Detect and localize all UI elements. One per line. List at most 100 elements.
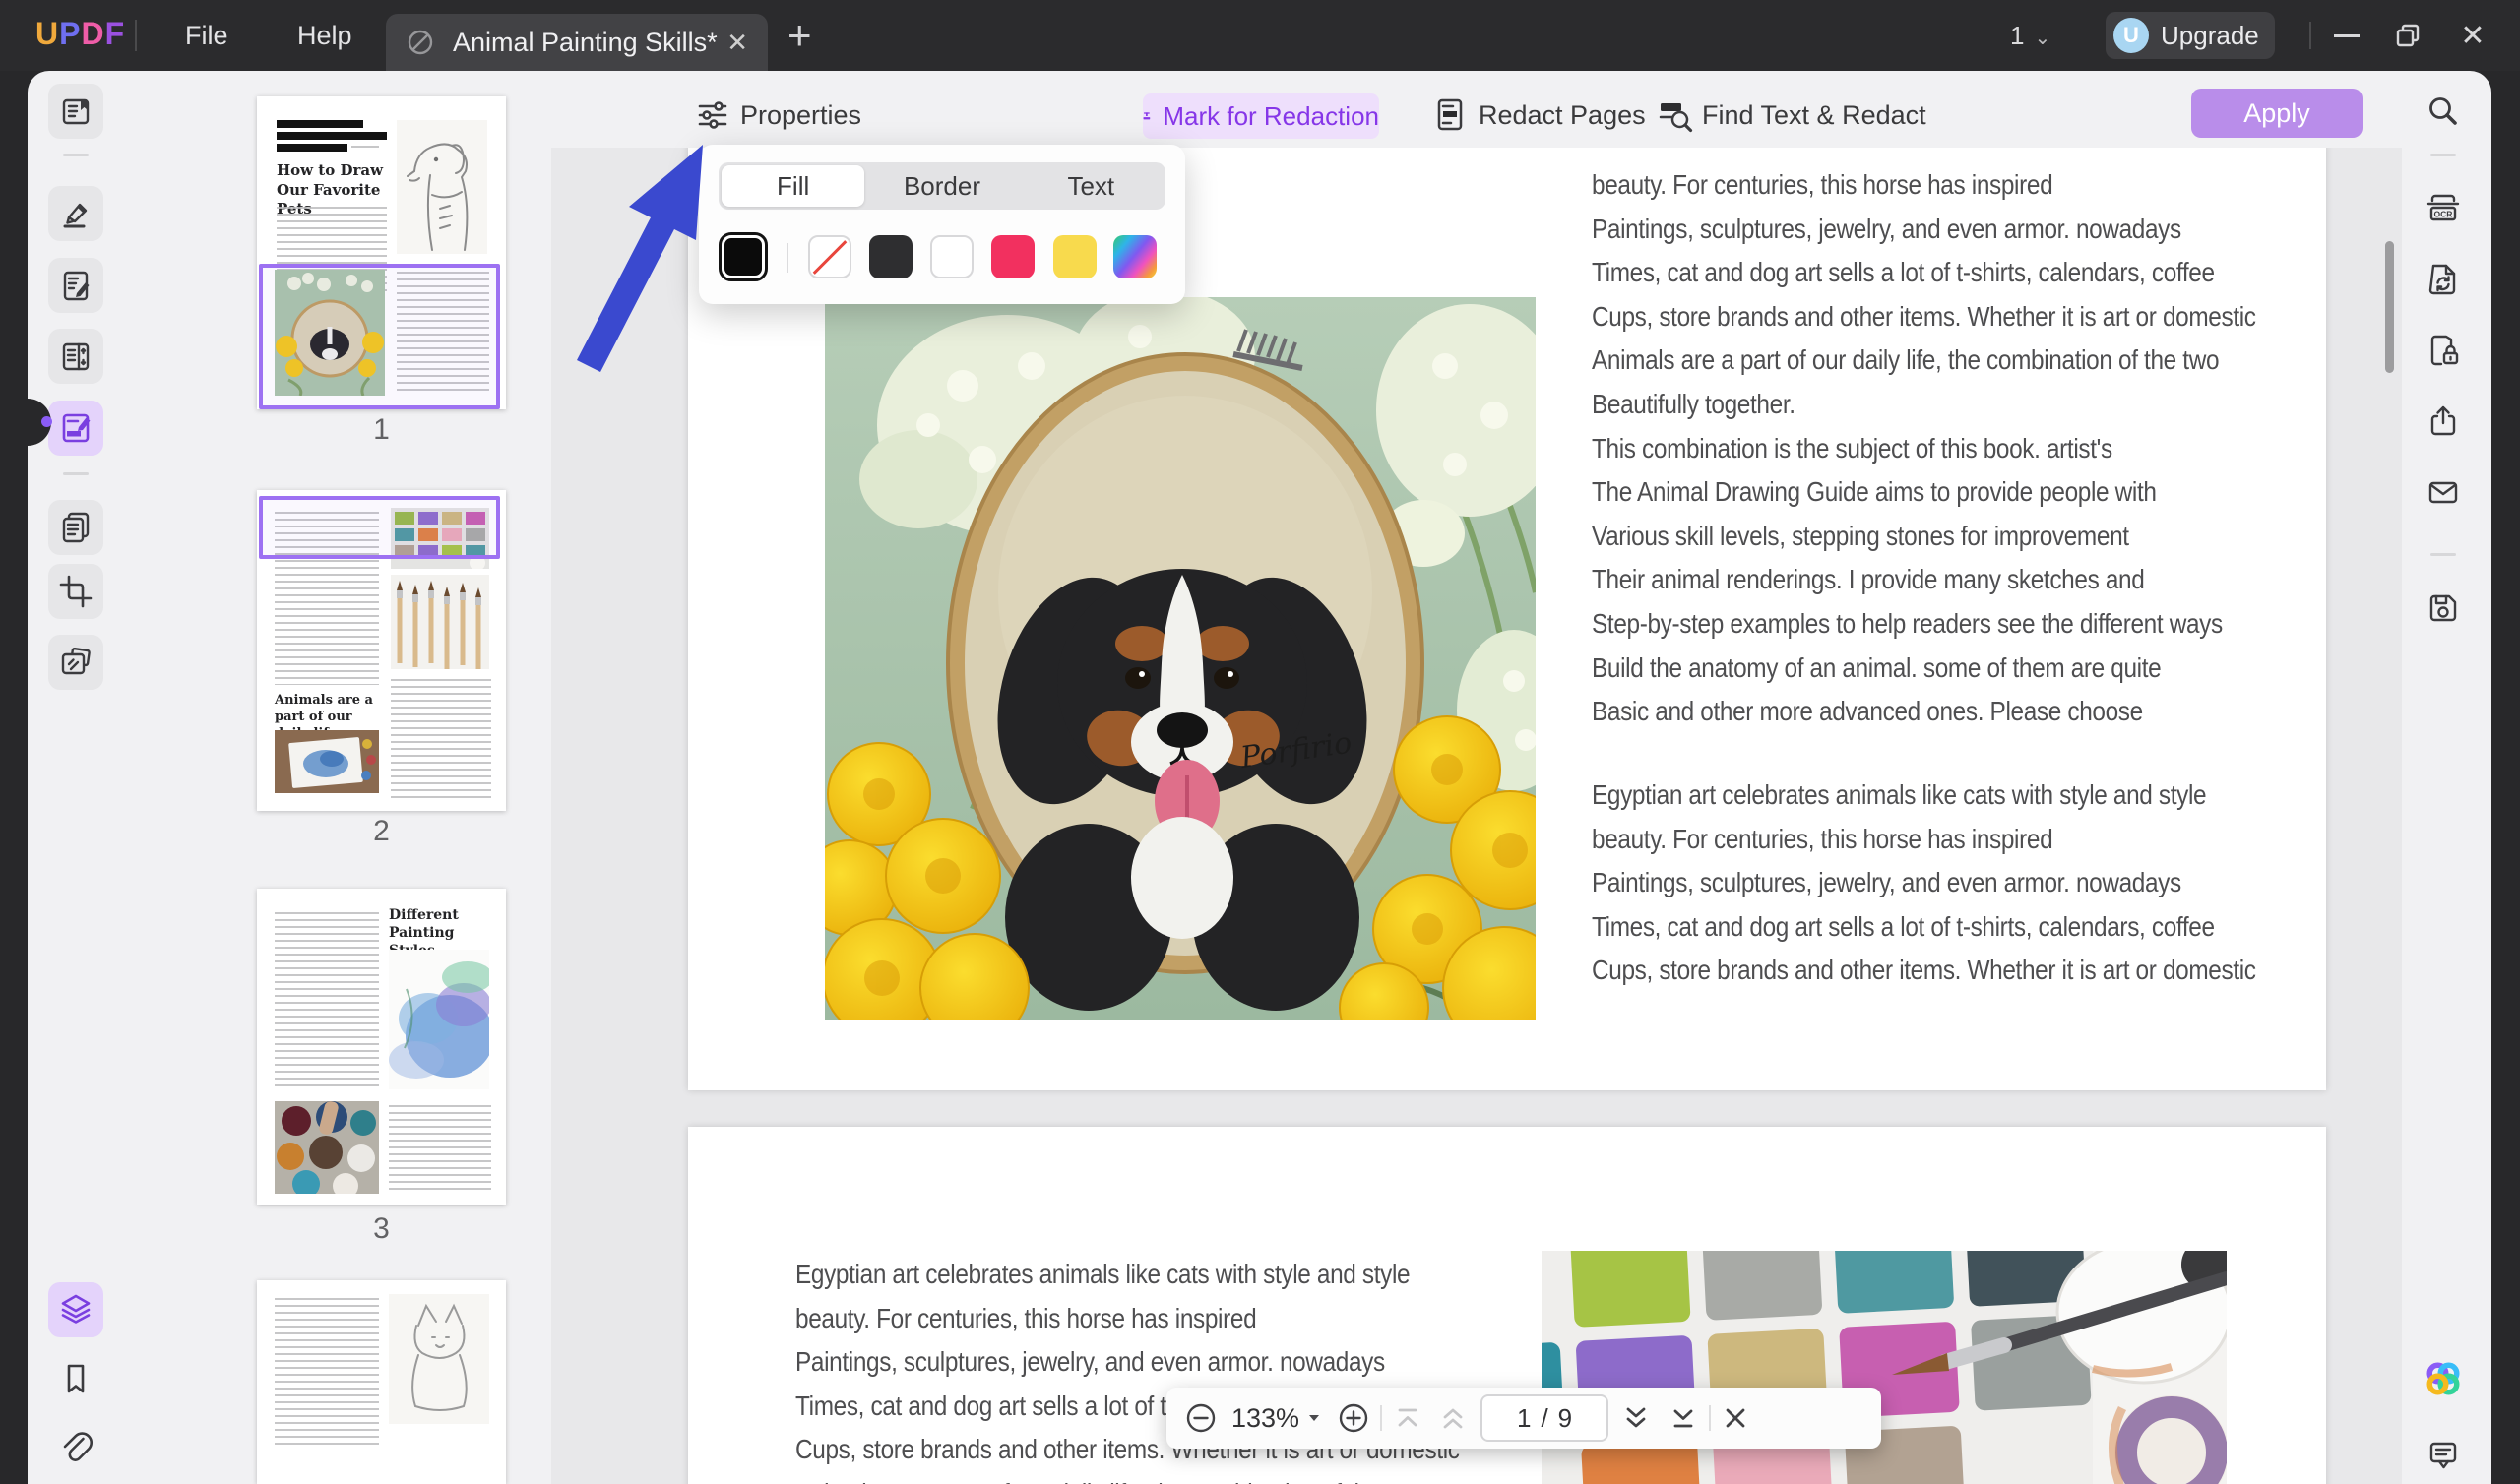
new-tab-button[interactable]: + bbox=[788, 12, 812, 59]
ocr-icon[interactable]: OCR bbox=[2416, 181, 2471, 236]
feedback-icon[interactable] bbox=[2416, 1427, 2471, 1482]
thumb3-watercolor-mini bbox=[389, 950, 489, 1089]
document-text-line: Egyptian art celebrates animals like cat… bbox=[1592, 773, 2256, 818]
ai-assistant-icon[interactable] bbox=[2416, 1351, 2471, 1406]
app-window: UPDF File Help Animal Painting Skills* ✕… bbox=[0, 0, 2520, 1484]
logo-letter: D bbox=[81, 16, 104, 51]
page-thumbnail-1[interactable]: How to Draw Our Favorite Pets bbox=[257, 96, 506, 409]
redacted-doc-icon bbox=[406, 28, 435, 57]
total-pages: 9 bbox=[1558, 1403, 1572, 1434]
go-to-top-button[interactable] bbox=[1392, 1402, 1423, 1434]
black-color-swatch[interactable] bbox=[869, 235, 913, 278]
viewport-indicator[interactable] bbox=[259, 264, 500, 409]
bookmark-icon[interactable] bbox=[48, 1351, 103, 1406]
tab-title: Animal Painting Skills* bbox=[453, 28, 719, 58]
previous-pages-button[interactable] bbox=[1437, 1402, 1469, 1434]
properties-tab-bar: Fill Border Text bbox=[719, 162, 1166, 210]
properties-label[interactable]: Properties bbox=[740, 100, 861, 131]
find-text-redact-icon[interactable] bbox=[1656, 95, 1695, 135]
document-tab[interactable]: Animal Painting Skills* ✕ bbox=[386, 14, 768, 71]
crop-pages-icon[interactable] bbox=[48, 564, 103, 619]
watermark-background-icon[interactable] bbox=[48, 635, 103, 690]
red-color-swatch[interactable] bbox=[991, 235, 1035, 278]
close-toolbar-button[interactable] bbox=[1721, 1403, 1750, 1433]
organize-pages-icon[interactable] bbox=[48, 329, 103, 384]
upgrade-button[interactable]: U Upgrade bbox=[2106, 12, 2275, 59]
document-text-line: Animals are a part of our daily life, th… bbox=[1592, 339, 2256, 383]
rainbow-color-picker-swatch[interactable] bbox=[1113, 235, 1157, 278]
toolbar-divider bbox=[1380, 1405, 1382, 1431]
document-text-line: Basic and other more advanced ones. Plea… bbox=[1592, 690, 2256, 734]
document-text-line: Paintings, sculptures, jewelry, and even… bbox=[795, 1340, 1460, 1385]
embroidery-dog-photo[interactable]: Porfirio bbox=[825, 297, 1536, 1020]
thumb-text-block bbox=[275, 912, 379, 1089]
apply-button[interactable]: Apply bbox=[2191, 89, 2362, 138]
comment-highlighter-icon[interactable] bbox=[48, 186, 103, 241]
document-count: 1 bbox=[2010, 21, 2024, 50]
next-pages-button[interactable] bbox=[1620, 1402, 1652, 1434]
minimize-button[interactable] bbox=[2325, 0, 2368, 71]
edit-pdf-icon[interactable] bbox=[48, 258, 103, 313]
zoom-in-button[interactable] bbox=[1337, 1401, 1370, 1435]
reader-mode-icon[interactable] bbox=[48, 84, 103, 139]
canvas-scrollbar-thumb[interactable] bbox=[2385, 241, 2394, 373]
page1-text-column-a: beauty. For centuries, this horse has in… bbox=[1592, 163, 2256, 734]
thumb3-paint-pots-mini bbox=[275, 1101, 379, 1194]
document-canvas[interactable]: Porfirio beauty. For centuries, this hor… bbox=[551, 148, 2402, 1484]
rail-divider bbox=[63, 472, 89, 475]
mark-for-redaction-label: Mark for Redaction bbox=[1163, 101, 1379, 132]
document-text-line: Paintings, sculptures, jewelry, and even… bbox=[1592, 208, 2256, 252]
page2-text-column: Egyptian art celebrates animals like cat… bbox=[795, 1253, 1460, 1484]
logo-letter: P bbox=[59, 16, 81, 51]
redact-pages-icon[interactable] bbox=[1430, 95, 1470, 135]
toolbar-divider bbox=[1709, 1405, 1711, 1431]
share-icon[interactable] bbox=[2416, 394, 2471, 449]
white-color-swatch[interactable] bbox=[930, 235, 974, 278]
attachment-paperclip-icon[interactable] bbox=[48, 1420, 103, 1475]
go-to-bottom-button[interactable] bbox=[1668, 1402, 1699, 1434]
paint-palette-photo[interactable] bbox=[1542, 1251, 2227, 1484]
page-number-input[interactable]: 1 / 9 bbox=[1480, 1394, 1608, 1442]
viewport-indicator[interactable] bbox=[259, 496, 500, 559]
updf-logo: UPDF bbox=[35, 16, 125, 52]
find-text-redact-label[interactable]: Find Text & Redact bbox=[1702, 100, 1926, 131]
avatar[interactable]: U bbox=[2113, 18, 2149, 53]
protect-pdf-icon[interactable] bbox=[2416, 323, 2471, 378]
thumb2-page-number: 2 bbox=[257, 815, 506, 848]
tab-border[interactable]: Border bbox=[870, 165, 1013, 207]
search-icon[interactable] bbox=[2416, 85, 2471, 140]
layers-view-icon[interactable] bbox=[48, 1282, 103, 1337]
logo-letter: F bbox=[105, 16, 126, 51]
menu-file[interactable]: File bbox=[185, 0, 228, 71]
document-text-line: Step-by-step examples to help readers se… bbox=[1592, 602, 2256, 647]
document-text-line: Their animal renderings. I provide many … bbox=[1592, 558, 2256, 602]
tab-text[interactable]: Text bbox=[1020, 165, 1163, 207]
yellow-color-swatch[interactable] bbox=[1053, 235, 1097, 278]
maximize-button[interactable] bbox=[2386, 0, 2429, 71]
save-icon[interactable] bbox=[2416, 581, 2471, 636]
menu-help[interactable]: Help bbox=[297, 0, 352, 71]
convert-pdf-icon[interactable] bbox=[2416, 252, 2471, 307]
redact-tool-icon[interactable] bbox=[48, 401, 103, 456]
thumb1-page-number: 1 bbox=[257, 413, 506, 447]
zoom-out-button[interactable] bbox=[1184, 1401, 1218, 1435]
mail-icon[interactable] bbox=[2416, 464, 2471, 520]
page-thumbnail-3[interactable]: Different Painting Styles bbox=[257, 889, 506, 1205]
zoom-level-value[interactable]: 133% bbox=[1231, 1403, 1299, 1434]
thumb-text-block bbox=[389, 1105, 491, 1192]
document-text-line: beauty. For centuries, this horse has in… bbox=[1592, 163, 2256, 208]
page-thumbnail-2[interactable]: Animals are a part of our daily life bbox=[257, 490, 506, 811]
document-text-line: Beautifully together. bbox=[1592, 383, 2256, 427]
mark-for-redaction-button[interactable]: Mark for Redaction bbox=[1143, 93, 1379, 139]
redact-pages-label[interactable]: Redact Pages bbox=[1479, 100, 1646, 131]
page-tools-icon[interactable] bbox=[48, 500, 103, 555]
page-divider: / bbox=[1541, 1403, 1547, 1434]
no-color-swatch[interactable] bbox=[808, 235, 851, 278]
close-button[interactable]: ✕ bbox=[2451, 0, 2494, 71]
tab-close-icon[interactable]: ✕ bbox=[726, 28, 748, 58]
page-thumbnail-4[interactable] bbox=[257, 1280, 506, 1484]
document-text-line: Times, cat and dog art sells a lot of t-… bbox=[1592, 905, 2256, 950]
document-text-line: The Animal Drawing Guide aims to provide… bbox=[1592, 470, 2256, 515]
document-count-dropdown[interactable]: 1⌄ bbox=[2010, 0, 2050, 71]
zoom-dropdown-arrow-icon[interactable] bbox=[1305, 1409, 1323, 1427]
